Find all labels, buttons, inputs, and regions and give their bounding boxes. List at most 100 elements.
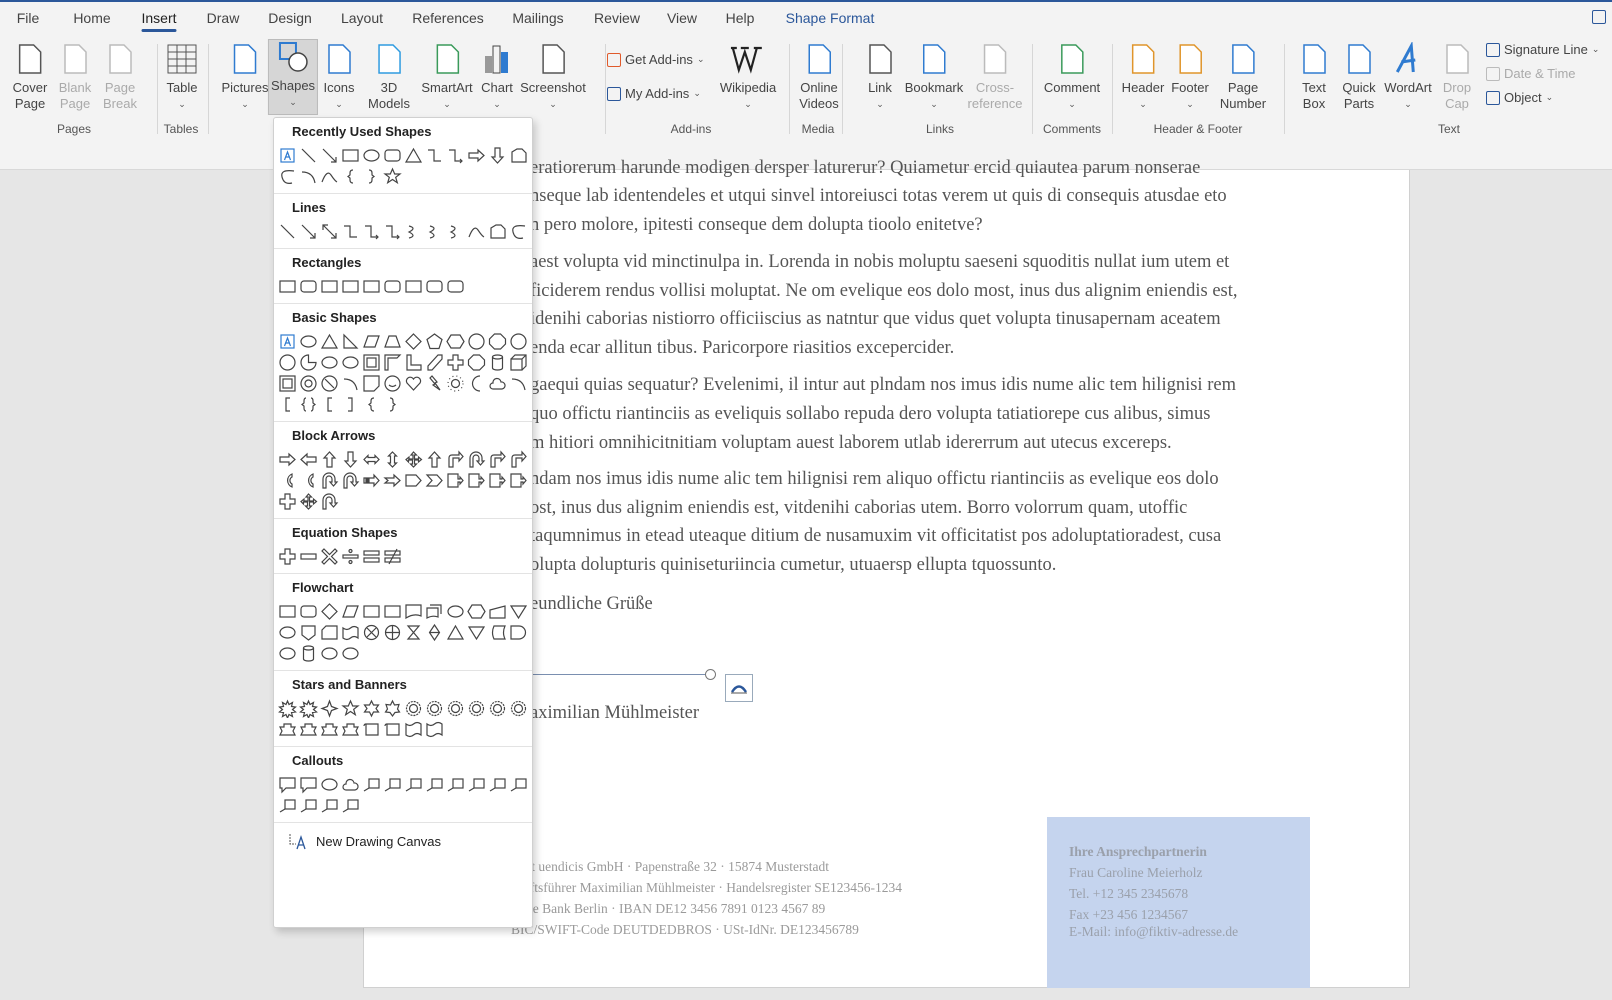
shape-triangle-button[interactable] (403, 145, 424, 166)
shape-oval-button[interactable] (340, 352, 361, 373)
shapes-button[interactable]: Shapes ⌄ (267, 39, 319, 115)
shape-up-arrow-button[interactable] (424, 449, 445, 470)
pictures-button[interactable]: Pictures ⌄ (222, 42, 268, 112)
shape-elbow-arrow-button[interactable] (361, 221, 382, 242)
shape-oval-button[interactable] (319, 352, 340, 373)
shape-curve-conn-button[interactable] (445, 221, 466, 242)
shape-scroll-button[interactable] (382, 719, 403, 740)
shape-line-callout-button[interactable] (466, 774, 487, 795)
footer-button[interactable]: Footer ⌄ (1171, 42, 1209, 112)
link-button[interactable]: Link ⌄ (863, 42, 897, 112)
shape-scribble-button[interactable] (277, 166, 298, 187)
shape-striped-arrow-button[interactable] (361, 470, 382, 491)
shape-sun-button[interactable] (445, 373, 466, 394)
shape-oval-button[interactable] (319, 643, 340, 664)
shape-double-arrow-button[interactable] (319, 221, 340, 242)
shape-left-arrow-button[interactable] (298, 449, 319, 470)
shape-textbox-button[interactable] (277, 145, 298, 166)
shape-callout-arrow-button[interactable] (445, 470, 466, 491)
shape-freeform-button[interactable] (508, 145, 529, 166)
tab-shape-format[interactable]: Shape Format (786, 10, 875, 26)
signature-line-button[interactable]: Signature Line ⌄ (1486, 42, 1599, 57)
shape-line-callout-button[interactable] (340, 795, 361, 816)
shape-collate-button[interactable] (403, 622, 424, 643)
shape-bent-arrow-button[interactable] (508, 449, 529, 470)
shape-seal-button[interactable] (466, 698, 487, 719)
shape-quad-arrow-button[interactable] (403, 449, 424, 470)
shape-line-callout-button[interactable] (319, 795, 340, 816)
shape-star5-button[interactable] (382, 166, 403, 187)
shape-uturn-button[interactable] (466, 449, 487, 470)
shape-star8-button[interactable] (298, 698, 319, 719)
shape-oval-button[interactable] (319, 774, 340, 795)
shape-line-callout-button[interactable] (382, 774, 403, 795)
shape-curved-button[interactable] (277, 470, 298, 491)
shape-parallelogram-button[interactable] (340, 601, 361, 622)
shape-arc-button[interactable] (340, 373, 361, 394)
shape-card-button[interactable] (319, 622, 340, 643)
shape-rect-button[interactable] (340, 145, 361, 166)
shape-rect-button[interactable] (277, 601, 298, 622)
shape-hexagon-button[interactable] (445, 331, 466, 352)
drop-cap-button[interactable]: Drop Cap (1440, 42, 1474, 112)
shape-star7-button[interactable] (382, 698, 403, 719)
shape-callout-arrow-button[interactable] (508, 470, 529, 491)
shape-trapezoid-button[interactable] (382, 331, 403, 352)
shape-elbow-arrow-button[interactable] (445, 145, 466, 166)
shape-quad-arrow-button[interactable] (298, 491, 319, 512)
shape-cube-button[interactable] (508, 352, 529, 373)
shape-line-button[interactable] (277, 221, 298, 242)
shape-triangle-button[interactable] (445, 622, 466, 643)
shape-arrow-button[interactable] (319, 145, 340, 166)
shape-callout-button[interactable] (277, 774, 298, 795)
shape-bent-arrow-button[interactable] (445, 449, 466, 470)
shape-cross-button[interactable] (445, 352, 466, 373)
shape-uturn-button[interactable] (319, 470, 340, 491)
cross-reference-button[interactable]: Cross-reference (968, 42, 1022, 112)
shape-down-triangle-button[interactable] (508, 601, 529, 622)
comment-button[interactable]: Comment ⌄ (1044, 42, 1100, 112)
shape-minus-button[interactable] (298, 546, 319, 567)
shape-rect-button[interactable] (361, 276, 382, 297)
shape-star6-button[interactable] (361, 698, 382, 719)
shape-line-callout-button[interactable] (424, 774, 445, 795)
tab-review[interactable]: Review (594, 10, 640, 26)
shape-lightning-button[interactable] (424, 373, 445, 394)
tab-draw[interactable]: Draw (207, 10, 240, 26)
shape-line-callout-button[interactable] (508, 774, 529, 795)
shape-plus-button[interactable] (277, 546, 298, 567)
shape-heart-button[interactable] (403, 373, 424, 394)
screenshot-button[interactable]: Screenshot ⌄ (520, 42, 586, 112)
shape-curve-conn-button[interactable] (424, 221, 445, 242)
shape-noentry-button[interactable] (319, 373, 340, 394)
resize-handle[interactable] (705, 669, 716, 680)
shape-down-triangle-button[interactable] (466, 622, 487, 643)
shape-frame-button[interactable] (277, 373, 298, 394)
tab-layout[interactable]: Layout (341, 10, 383, 26)
shape-line-button[interactable] (298, 145, 319, 166)
shape-lbracket-button[interactable] (319, 394, 340, 415)
shape-donut-button[interactable] (298, 373, 319, 394)
shape-frame-button[interactable] (361, 352, 382, 373)
shape-heptagon-button[interactable] (466, 331, 487, 352)
shape-line-callout-button[interactable] (403, 774, 424, 795)
shape-oval-button[interactable] (277, 622, 298, 643)
shape-lr-arrow-button[interactable] (361, 449, 382, 470)
shape-dodecagon-button[interactable] (277, 352, 298, 373)
shape-manual-input-button[interactable] (487, 601, 508, 622)
shape-right-arrow-button[interactable] (277, 449, 298, 470)
bookmark-button[interactable]: Bookmark ⌄ (905, 42, 963, 112)
shape-lbrace-button[interactable] (340, 166, 361, 187)
shape-lshape-button[interactable] (403, 352, 424, 373)
shape-curve-button[interactable] (466, 221, 487, 242)
shape-banner-button[interactable] (277, 719, 298, 740)
shape-scroll-button[interactable] (361, 719, 382, 740)
shape-wave-button[interactable] (403, 719, 424, 740)
shape-line-callout-button[interactable] (277, 795, 298, 816)
shape-rect-button[interactable] (319, 276, 340, 297)
shape-callout-arrow-button[interactable] (466, 470, 487, 491)
shape-or-button[interactable] (382, 622, 403, 643)
shape-sort-button[interactable] (424, 622, 445, 643)
shape-star8-button[interactable] (277, 698, 298, 719)
shape-stored-button[interactable] (487, 622, 508, 643)
